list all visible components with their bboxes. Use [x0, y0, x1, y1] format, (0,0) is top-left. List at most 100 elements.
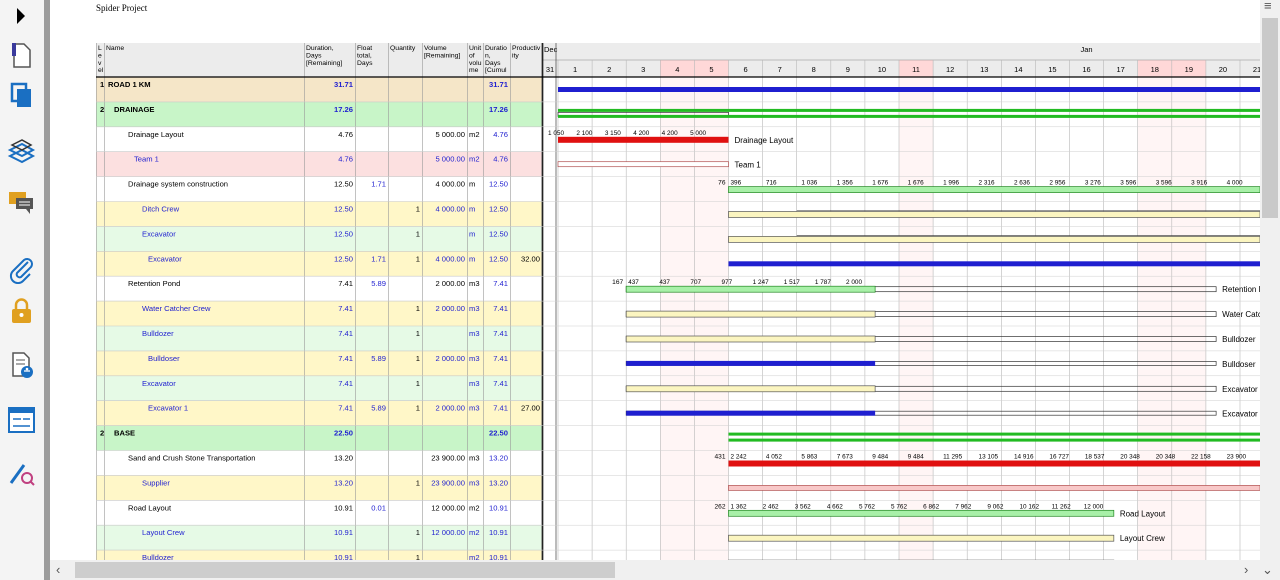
table-cell-duration: 12.50 — [334, 254, 353, 263]
column-header[interactable]: Float total, Days — [357, 45, 373, 67]
table-cell-cum: 7.41 — [493, 329, 508, 338]
bar-label: Retention Pond — [1222, 285, 1260, 294]
bar-label: Road Layout — [1120, 509, 1166, 518]
copy-pages-icon[interactable] — [6, 80, 36, 110]
table-cell-duration: 13.20 — [334, 478, 353, 487]
table-cell-duration: 10.91 — [334, 503, 353, 512]
table-cell-volume: 2 000.00 — [435, 304, 465, 313]
table-row[interactable] — [96, 101, 542, 127]
day-tick-label: 13 — [980, 65, 988, 74]
bar-volume-label: 2 956 — [1049, 180, 1065, 187]
table-row[interactable] — [96, 425, 542, 451]
page-settings-icon[interactable]: ≡ — [1264, 0, 1272, 16]
table-row[interactable] — [96, 77, 542, 102]
bar-volume-label: 4 200 — [662, 130, 678, 137]
scroll-down-icon[interactable]: ⌄ — [1262, 560, 1273, 580]
tools-magnify-icon[interactable] — [6, 457, 36, 487]
table-cell-float: 1.71 — [371, 254, 386, 263]
table-cell-name: Road Layout — [128, 503, 172, 512]
scroll-left-icon[interactable]: ‹ — [56, 560, 60, 580]
attachment-icon[interactable] — [6, 254, 36, 284]
bar-volume-label: 5 863 — [801, 454, 817, 461]
table-cell-cum: 22.50 — [489, 429, 508, 438]
page-thumbnails-icon[interactable] — [6, 40, 36, 70]
table-cell-unit: m3 — [469, 279, 480, 288]
bar-volume-label: 4 662 — [827, 503, 843, 510]
gantt-bar — [626, 360, 876, 366]
table-cell-unit: m — [469, 254, 475, 263]
table-cell-name: Retention Pond — [128, 279, 180, 288]
bar-volume-label: 9 484 — [872, 454, 888, 461]
day-tick-label: 9 — [846, 65, 850, 74]
layers-icon[interactable] — [6, 136, 36, 166]
bar-volume-label: 13 105 — [979, 454, 999, 461]
gantt-bar — [728, 460, 1260, 467]
horizontal-scroll-thumb[interactable] — [75, 562, 615, 578]
bar-volume-label: 7 673 — [837, 454, 853, 461]
table-cell-duration: 7.41 — [338, 304, 353, 313]
table-cell-name: Excavator 1 — [148, 404, 188, 413]
table-cell-quantity: 1 — [416, 553, 420, 560]
table-cell-duration: 4.76 — [338, 130, 353, 139]
security-lock-icon[interactable] — [6, 296, 36, 326]
table-cell-name: Ditch Crew — [142, 205, 180, 214]
bar-volume-label: 12 000 — [1084, 503, 1104, 510]
table-cell-cum: 10.91 — [489, 503, 508, 512]
gantt-bar — [558, 136, 729, 143]
bar-volume-label: 4 052 — [766, 454, 782, 461]
scroll-right-icon[interactable]: › — [1244, 560, 1248, 580]
table-cell-prod: 32.00 — [521, 254, 540, 263]
day-tick-label: 18 — [1151, 65, 1159, 74]
summary-bar-top — [558, 108, 1260, 112]
bar-volume-label: 10 162 — [1019, 503, 1039, 510]
bar-volume-label: 14 916 — [1014, 454, 1034, 461]
bar-volume-label: 716 — [766, 180, 777, 187]
summary-bar-bottom — [728, 438, 1260, 442]
bar-volume-label: 1 676 — [908, 180, 924, 187]
bar-volume-label: 2 316 — [979, 180, 995, 187]
form-fields-icon[interactable] — [6, 404, 36, 434]
table-cell-float: 5.89 — [371, 404, 386, 413]
table-cell-volume: 12 000.00 — [431, 528, 465, 537]
weekend-column — [660, 77, 695, 560]
table-cell-volume: 12 000.00 — [431, 503, 465, 512]
bar-start-volume: 76 — [718, 180, 726, 187]
bar-volume-label: 5 000 — [690, 130, 706, 137]
bar-volume-label: 1 996 — [943, 180, 959, 187]
table-cell-unit: m3 — [469, 329, 480, 338]
bar-start-volume: 262 — [714, 503, 725, 510]
gantt-bar — [728, 186, 1260, 193]
gantt-bar — [625, 335, 876, 343]
table-cell-cum: 12.50 — [489, 229, 508, 238]
table-cell-volume: 4 000.00 — [435, 254, 465, 263]
gantt-bar — [728, 534, 1115, 542]
bar-start-volume: 431 — [714, 454, 725, 461]
accessibility-doc-icon[interactable] — [6, 350, 36, 380]
column-header[interactable]: Quantity — [390, 45, 416, 52]
table-cell-cum: 7.41 — [493, 279, 508, 288]
summary-bar-bottom — [558, 114, 1260, 118]
day-tick-label: 3 — [641, 65, 645, 74]
table-cell-cum: 7.41 — [493, 354, 508, 363]
table-cell-duration: 7.41 — [338, 279, 353, 288]
bar-label: Bulldoser — [1222, 360, 1256, 369]
bar-label: Layout Crew — [1120, 534, 1165, 543]
table-cell-volume: 4 000.00 — [435, 205, 465, 214]
bar-volume-label: 977 — [722, 279, 733, 286]
table-cell-cum: 12.50 — [489, 254, 508, 263]
bar-volume-label: 437 — [659, 279, 670, 286]
bar-volume-label: 4 200 — [633, 130, 649, 137]
table-cell-cum: 12.50 — [489, 180, 508, 189]
column-header[interactable]: Name — [106, 45, 124, 52]
sidebar-toggle-icon[interactable] — [6, 1, 36, 31]
vertical-scroll-thumb[interactable] — [1262, 18, 1278, 218]
bar-volume-label: 18 537 — [1085, 454, 1105, 461]
bar-label: Water Catcher Crew — [1222, 310, 1260, 319]
day-tick-label: 14 — [1014, 65, 1022, 74]
table-cell-unit: m3 — [469, 304, 480, 313]
table-cell-cum: 4.76 — [493, 130, 508, 139]
bar-label: Team 1 — [735, 161, 762, 170]
table-cell-duration: 17.26 — [334, 105, 353, 114]
table-cell-quantity: 1 — [416, 528, 420, 537]
comments-icon[interactable] — [6, 187, 36, 217]
